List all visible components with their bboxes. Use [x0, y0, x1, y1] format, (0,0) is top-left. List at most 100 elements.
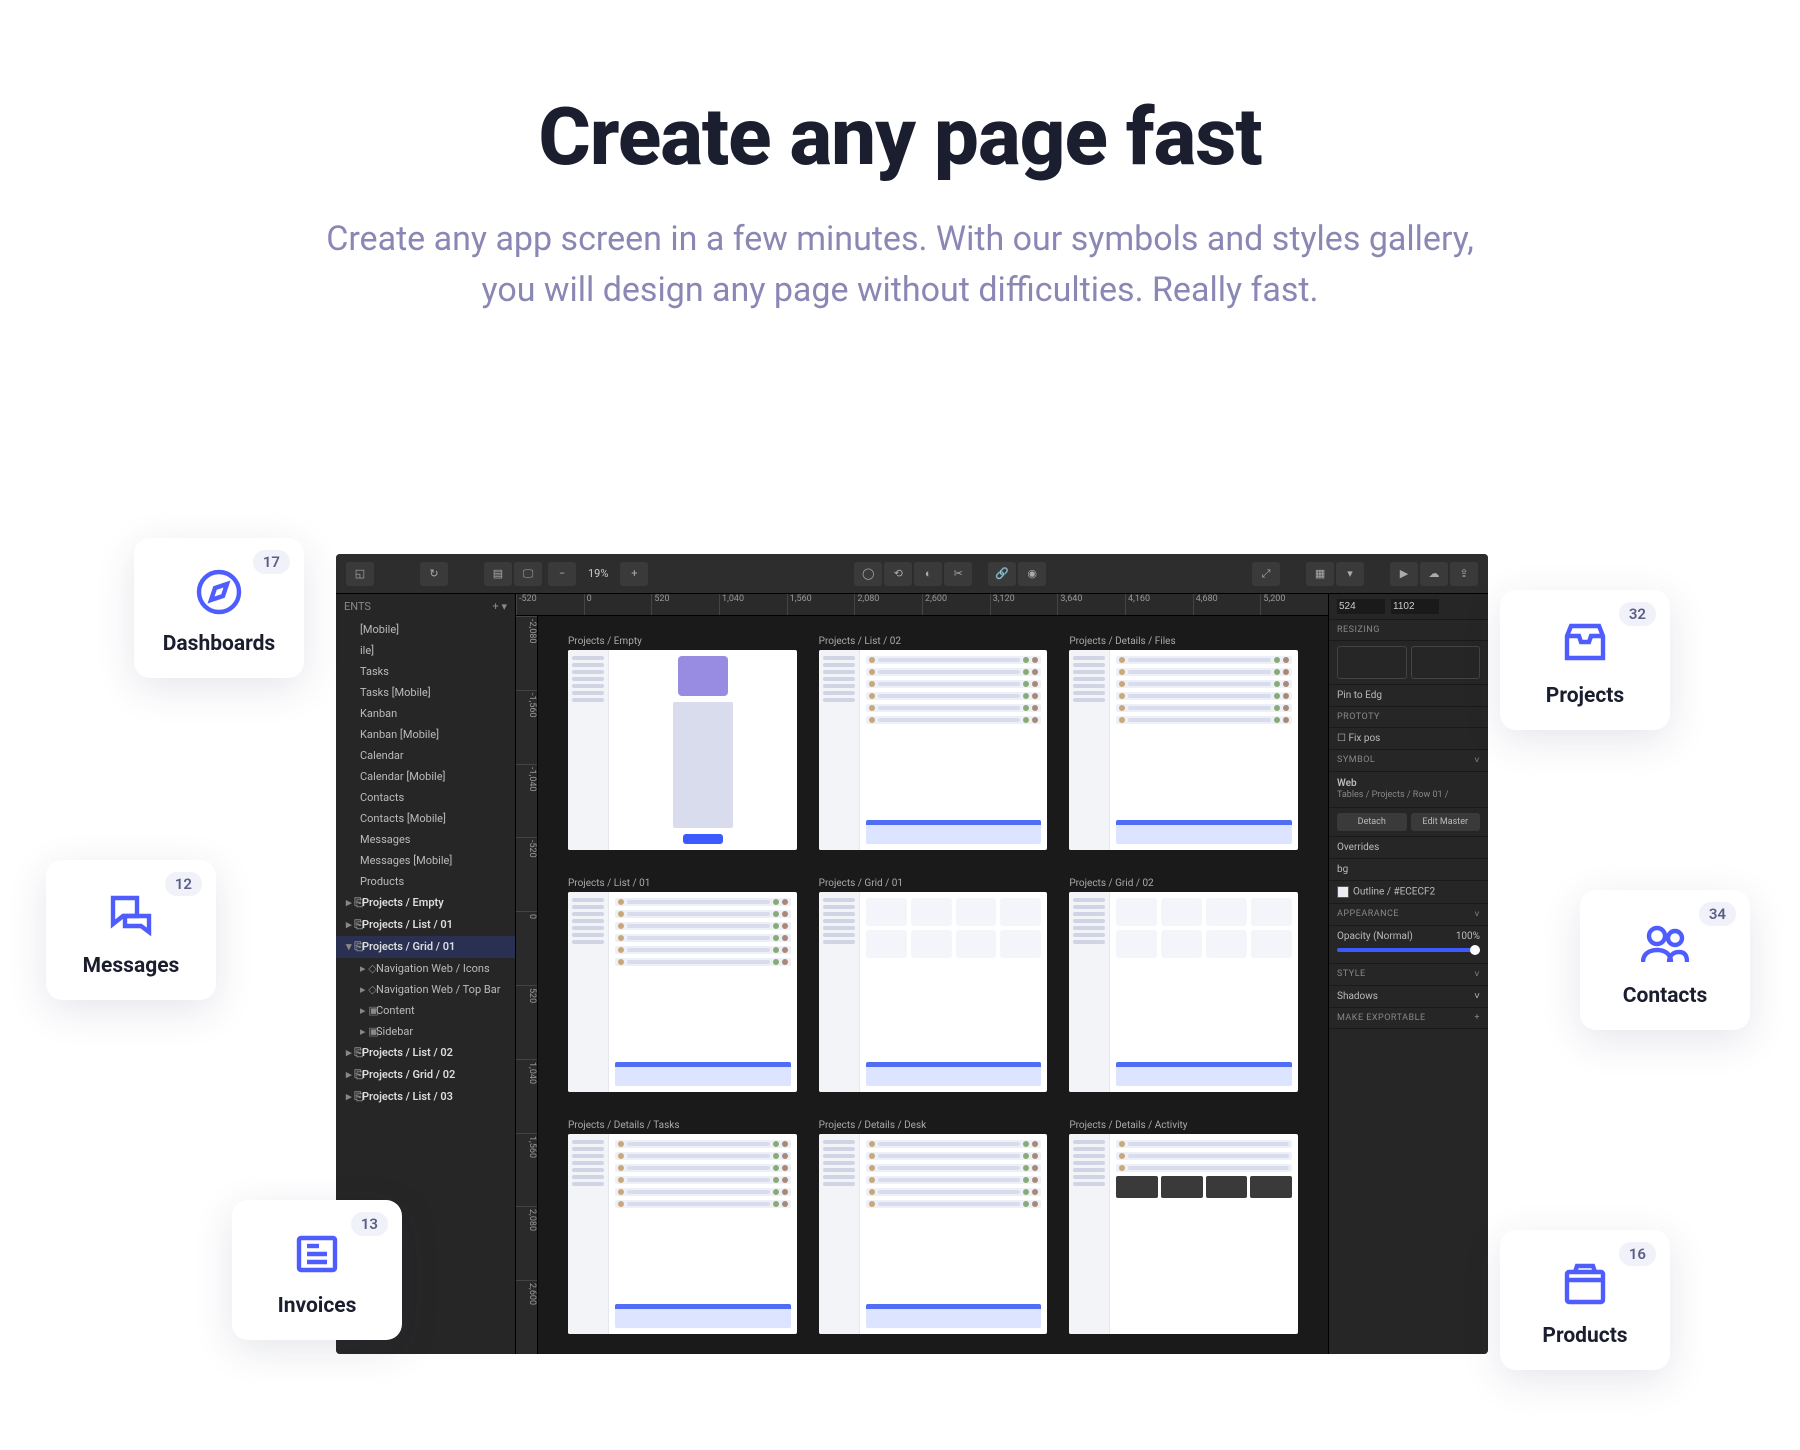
artboard-label: Projects / Grid / 01 — [819, 878, 1048, 889]
tool-scissors-icon[interactable]: ✂ — [944, 562, 972, 586]
ruler-horizontal: -52005201,0401,5602,0802,6003,1203,6404,… — [516, 594, 1328, 616]
artboard-label: Projects / Details / Desk — [819, 1120, 1048, 1131]
layer-item[interactable]: ile] — [336, 640, 515, 661]
prototyping-section: PROTOTY — [1329, 707, 1488, 728]
tool-expand-icon[interactable]: ⤢ — [1252, 562, 1280, 586]
artboard[interactable]: Projects / Details / Desk — [819, 1120, 1048, 1334]
width-field[interactable] — [1337, 599, 1385, 614]
export-section[interactable]: MAKE EXPORTABLE+ — [1329, 1008, 1488, 1029]
tool-select-icon[interactable]: ◱ — [346, 562, 374, 586]
artboard[interactable]: Projects / Grid / 02 — [1069, 878, 1298, 1092]
card-invoices[interactable]: 13 Invoices — [232, 1200, 402, 1340]
layer-item[interactable]: ▸ ⎘Projects / Empty — [336, 892, 515, 914]
card-badge: 17 — [253, 550, 290, 574]
tool-display-icon[interactable]: 🖵 — [514, 562, 542, 586]
card-dashboards[interactable]: 17 Dashboards — [134, 538, 304, 678]
layer-item[interactable]: ▸ ◇Navigation Web / Icons — [336, 958, 515, 979]
news-icon — [291, 1228, 343, 1280]
add-layer-icon[interactable]: + ▾ — [493, 600, 508, 613]
layer-item[interactable]: ▸ ⎘Projects / List / 03 — [336, 1086, 515, 1108]
opacity-slider[interactable] — [1337, 948, 1480, 952]
inbox-icon — [1559, 618, 1611, 670]
pin-control[interactable] — [1337, 646, 1407, 679]
artboard[interactable]: Projects / Details / Activity — [1069, 1120, 1298, 1334]
artboard-label: Projects / Details / Activity — [1069, 1120, 1298, 1131]
users-icon — [1639, 918, 1691, 970]
layer-item[interactable]: Tasks — [336, 661, 515, 682]
layer-item[interactable]: ▾ ⎘Projects / Grid / 01 — [336, 936, 515, 958]
artboard[interactable]: Projects / List / 02 — [819, 636, 1048, 850]
resizing-section: RESIZING — [1329, 620, 1488, 641]
layer-item[interactable]: Calendar — [336, 745, 515, 766]
detach-button[interactable]: Detach — [1337, 813, 1407, 831]
color-override[interactable]: Outline / #ECECF2 — [1329, 881, 1488, 904]
layer-item[interactable]: [Mobile] — [336, 619, 515, 640]
tool-union-icon[interactable]: ◯ — [854, 562, 882, 586]
layer-item[interactable]: ▸ ⎘Projects / List / 02 — [336, 1042, 515, 1064]
layer-item[interactable]: Products — [336, 871, 515, 892]
overrides-label: Overrides — [1329, 837, 1488, 859]
appearance-section: APPEARANCE˅ — [1329, 904, 1488, 926]
tool-mask-icon[interactable]: ◐ — [914, 562, 942, 586]
layer-item[interactable]: Contacts — [336, 787, 515, 808]
canvas[interactable]: -52005201,0401,5602,0802,6003,1203,6404,… — [516, 594, 1328, 1354]
layer-item[interactable]: Tasks [Mobile] — [336, 682, 515, 703]
artboard-label: Projects / Details / Tasks — [568, 1120, 797, 1131]
card-badge: 34 — [1699, 902, 1736, 926]
play-icon[interactable]: ▶ — [1390, 562, 1418, 586]
bg-override[interactable]: bg — [1329, 859, 1488, 881]
layer-item[interactable]: ▸ ◇Navigation Web / Top Bar — [336, 979, 515, 1000]
cloud-icon[interactable]: ☁ — [1420, 562, 1448, 586]
artboard-label: Projects / Empty — [568, 636, 797, 647]
shadows-row[interactable]: Shadows˅ — [1329, 986, 1488, 1008]
fix-position-checkbox[interactable]: ☐ Fix pos — [1337, 733, 1380, 744]
editor-toolbar: ◱ ↻ ▤ 🖵 − 19% + ◯ ⟲ ◐ ✂ 🔗 ◉ ⤢ ▦ ▾ ▶ — [336, 554, 1488, 594]
artboard[interactable]: Projects / Details / Files — [1069, 636, 1298, 850]
tool-hotspot-icon[interactable]: ◉ — [1018, 562, 1046, 586]
compass-icon — [193, 566, 245, 618]
zoom-in-button[interactable]: + — [620, 562, 648, 586]
opacity-label: Opacity (Normal) — [1337, 931, 1413, 942]
tool-sync-icon[interactable]: ↻ — [420, 562, 448, 586]
inspector-panel[interactable]: RESIZING Pin to Edg PROTOTY ☐ Fix pos SY… — [1328, 594, 1488, 1354]
zoom-level[interactable]: 19% — [582, 567, 614, 580]
artboard[interactable]: Projects / Grid / 01 — [819, 878, 1048, 1092]
hero-subtitle: Create any app screen in a few minutes. … — [0, 214, 1800, 316]
symbol-path: Tables / Projects / Row 01 / — [1337, 790, 1480, 802]
card-badge: 16 — [1619, 1242, 1656, 1266]
pin-to-edge[interactable]: Pin to Edg — [1329, 685, 1488, 707]
layer-item[interactable]: Messages [Mobile] — [336, 850, 515, 871]
layer-item[interactable]: ▸ ▣Sidebar — [336, 1021, 515, 1042]
artboard[interactable]: Projects / Empty — [568, 636, 797, 850]
artboard-label: Projects / List / 01 — [568, 878, 797, 889]
opacity-value: 100% — [1456, 931, 1480, 942]
chat-icon — [105, 888, 157, 940]
card-products[interactable]: 16 Products — [1500, 1230, 1670, 1370]
tool-layout-icon[interactable]: ▤ — [484, 562, 512, 586]
artboard[interactable]: Projects / Details / Tasks — [568, 1120, 797, 1334]
artboard[interactable]: Projects / List / 01 — [568, 878, 797, 1092]
resize-control[interactable] — [1411, 646, 1481, 679]
layers-panel-title: ENTS — [344, 600, 371, 613]
layer-item[interactable]: Messages — [336, 829, 515, 850]
share-icon[interactable]: ⇪ — [1450, 562, 1478, 586]
height-field[interactable] — [1391, 599, 1439, 614]
tool-dropdown-icon[interactable]: ▾ — [1336, 562, 1364, 586]
zoom-out-button[interactable]: − — [548, 562, 576, 586]
layer-item[interactable]: ▸ ⎘Projects / Grid / 02 — [336, 1064, 515, 1086]
card-contacts[interactable]: 34 Contacts — [1580, 890, 1750, 1030]
tool-rotate-icon[interactable]: ⟲ — [884, 562, 912, 586]
layer-item[interactable]: Kanban — [336, 703, 515, 724]
layer-item[interactable]: ▸ ⎘Projects / List / 01 — [336, 914, 515, 936]
layer-item[interactable]: ▸ ▣Content — [336, 1000, 515, 1021]
style-section: STYLE˅ — [1329, 964, 1488, 986]
card-projects[interactable]: 32 Projects — [1500, 590, 1670, 730]
tool-link-icon[interactable]: 🔗 — [988, 562, 1016, 586]
layer-item[interactable]: Calendar [Mobile] — [336, 766, 515, 787]
card-messages[interactable]: 12 Messages — [46, 860, 216, 1000]
layer-item[interactable]: Contacts [Mobile] — [336, 808, 515, 829]
tool-library-icon[interactable]: ▦ — [1306, 562, 1334, 586]
symbol-name: Web — [1337, 777, 1480, 790]
edit-master-button[interactable]: Edit Master — [1411, 813, 1481, 831]
layer-item[interactable]: Kanban [Mobile] — [336, 724, 515, 745]
